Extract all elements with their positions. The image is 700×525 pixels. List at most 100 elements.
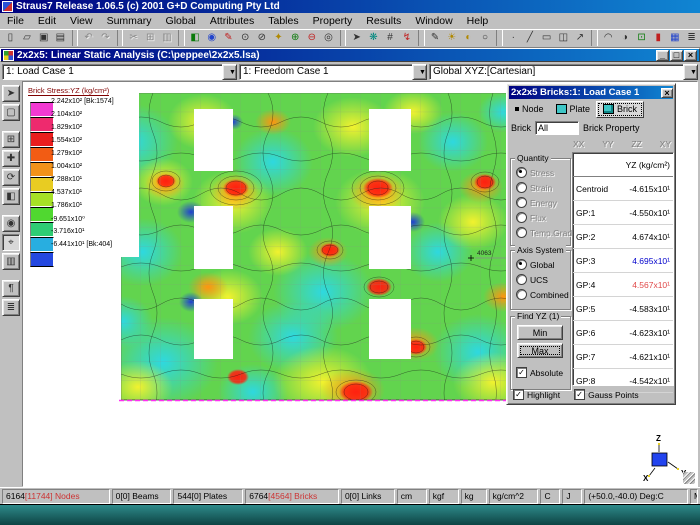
redo-icon[interactable]: ↷ (97, 30, 114, 46)
list-icon[interactable]: ≣ (683, 30, 700, 46)
load-case-value: 1: Load Case 1 (2, 64, 223, 80)
pan-tool-icon[interactable]: ✚ (2, 150, 20, 167)
menu-window[interactable]: Window (408, 14, 459, 28)
wireframe-icon[interactable]: ◧ (187, 30, 204, 46)
bulb-half-icon[interactable]: ◐ (460, 30, 477, 46)
zoom-box-tool-icon[interactable]: ⊞ (2, 131, 20, 148)
clipboard-icon[interactable]: ⊡ (633, 30, 650, 46)
bulb-off-icon[interactable]: ○ (477, 30, 494, 46)
select-tool-icon[interactable]: ➤ (2, 85, 20, 102)
zoom-in-icon[interactable]: ⊕ (287, 30, 304, 46)
cut-icon[interactable]: ✂ (125, 30, 142, 46)
snap-grid-icon[interactable]: # (382, 30, 399, 46)
radio-combined[interactable]: Combined (516, 289, 569, 300)
lightning-icon[interactable]: ↯ (398, 30, 415, 46)
entity-globe-icon[interactable]: ❋ (365, 30, 382, 46)
axis-system-group: Axis System Global UCS Combined (510, 250, 571, 310)
shade-tool-icon[interactable]: ◧ (2, 188, 20, 205)
doc-maximize-button[interactable]: □ (670, 50, 683, 61)
table-row: Centroid-4.615x10¹ (573, 177, 673, 201)
component-tab-xy[interactable]: XY (660, 139, 671, 150)
chevron-down-icon[interactable]: ▼ (222, 64, 237, 80)
pencil-icon[interactable]: ✎ (220, 30, 237, 46)
radio-temp-grad[interactable]: Temp.Grad (516, 227, 572, 238)
tab-plate[interactable]: Plate (550, 102, 597, 117)
tab-brick[interactable]: Brick (596, 101, 644, 118)
doc-close-button[interactable]: × (684, 50, 697, 61)
chevron-down-icon[interactable]: ▼ (412, 64, 427, 80)
new-file-icon[interactable]: ▯ (2, 30, 19, 46)
chevron-down-icon[interactable]: ▼ (683, 64, 698, 80)
pointer-icon[interactable]: ➤ (348, 30, 365, 46)
draw-tool-icon[interactable]: ✎ (427, 30, 444, 46)
freedom-case-combo[interactable]: 1: Freedom Case 1 ▼ (239, 64, 427, 80)
highlight-checkbox[interactable]: ✓Highlight (513, 389, 560, 400)
light-icon[interactable]: ✦ (270, 30, 287, 46)
arc-icon[interactable]: ◠ (600, 30, 617, 46)
brick-field-label: Brick (511, 123, 531, 133)
brick-icon (603, 104, 614, 114)
zoom-out-icon[interactable]: ⊖ (303, 30, 320, 46)
load-case-combo[interactable]: 1: Load Case 1 ▼ (2, 64, 237, 80)
plate-toggle-icon[interactable]: ▭ (538, 30, 555, 46)
contrast-icon[interactable]: ◑ (617, 30, 634, 46)
open-file-icon[interactable]: ▱ (19, 30, 36, 46)
cut-plane-tool-icon[interactable]: ▥ (2, 253, 20, 270)
orbit-icon[interactable]: ⊙ (237, 30, 254, 46)
menu-edit[interactable]: Edit (31, 14, 63, 28)
component-tab-yy[interactable]: YY (602, 139, 613, 150)
copy-icon[interactable]: ⊞ (142, 30, 159, 46)
brick-range-input[interactable] (535, 121, 579, 135)
menu-global[interactable]: Global (159, 14, 203, 28)
freedom-case-value: 1: Freedom Case 1 (239, 64, 413, 80)
zoom-previous-icon[interactable]: ⊘ (253, 30, 270, 46)
doc-view-icon[interactable]: ▦ (667, 30, 684, 46)
doc-minimize-button[interactable]: _ (656, 50, 669, 61)
options-tool-icon[interactable]: ≣ (2, 299, 20, 316)
bulb-on-icon[interactable]: ☀ (443, 30, 460, 46)
menu-attributes[interactable]: Attributes (203, 14, 261, 28)
link-toggle-icon[interactable]: ↗ (572, 30, 589, 46)
zoom-window-icon[interactable]: ◎ (320, 30, 337, 46)
thermo-icon[interactable]: ▮ (650, 30, 667, 46)
menu-summary[interactable]: Summary (100, 14, 159, 28)
radio-global[interactable]: Global (516, 259, 555, 270)
render-globe-icon[interactable]: ◉ (203, 30, 220, 46)
menu-tables[interactable]: Tables (261, 14, 305, 28)
radio-stress[interactable]: Stress (516, 167, 554, 178)
radio-icon (516, 197, 527, 208)
radio-energy[interactable]: Energy (516, 197, 557, 208)
brick-toggle-icon[interactable]: ◫ (555, 30, 572, 46)
document-title: 2x2x5: Linear Static Analysis (C:\peppee… (17, 50, 260, 61)
component-tab-zz[interactable]: ZZ (631, 139, 641, 150)
menu-help[interactable]: Help (460, 14, 496, 28)
tab-node[interactable]: Node (509, 102, 550, 117)
paste-icon[interactable]: ▥ (159, 30, 176, 46)
save-icon[interactable]: ▣ (35, 30, 52, 46)
menu-property[interactable]: Property (306, 14, 360, 28)
absolute-checkbox[interactable]: ✓Absolute (516, 367, 563, 378)
menu-file[interactable]: File (0, 14, 31, 28)
menu-view[interactable]: View (63, 14, 100, 28)
node-toggle-icon[interactable]: ∙ (505, 30, 522, 46)
print-icon[interactable]: ▤ (52, 30, 69, 46)
entity-display-icon[interactable]: ◉ (2, 215, 20, 232)
legend-value: 1.786x10¹ (51, 202, 82, 209)
radio-strain[interactable]: Strain (516, 182, 552, 193)
panel-close-icon[interactable]: × (661, 88, 673, 98)
gauss-points-checkbox[interactable]: ✓Gauss Points (574, 389, 639, 400)
find-max-button[interactable]: Max (517, 343, 563, 358)
undo-icon[interactable]: ↶ (80, 30, 97, 46)
rotate-tool-icon[interactable]: ⟳ (2, 169, 20, 186)
annotate-tool-icon[interactable]: ¶ (2, 280, 20, 297)
radio-flux[interactable]: Flux (516, 212, 546, 223)
component-tab-xx[interactable]: XX (573, 139, 584, 150)
coord-system-combo[interactable]: Global XYZ:[Cartesian] ▼ (429, 64, 698, 80)
resize-grip[interactable] (683, 472, 695, 484)
marquee-tool-icon[interactable]: ▢ (2, 104, 20, 121)
radio-ucs[interactable]: UCS (516, 274, 548, 285)
menu-results[interactable]: Results (359, 14, 408, 28)
peek-tool-icon[interactable]: ⌖ (2, 234, 20, 251)
line-toggle-icon[interactable]: ╱ (522, 30, 539, 46)
find-min-button[interactable]: Min (517, 325, 563, 340)
